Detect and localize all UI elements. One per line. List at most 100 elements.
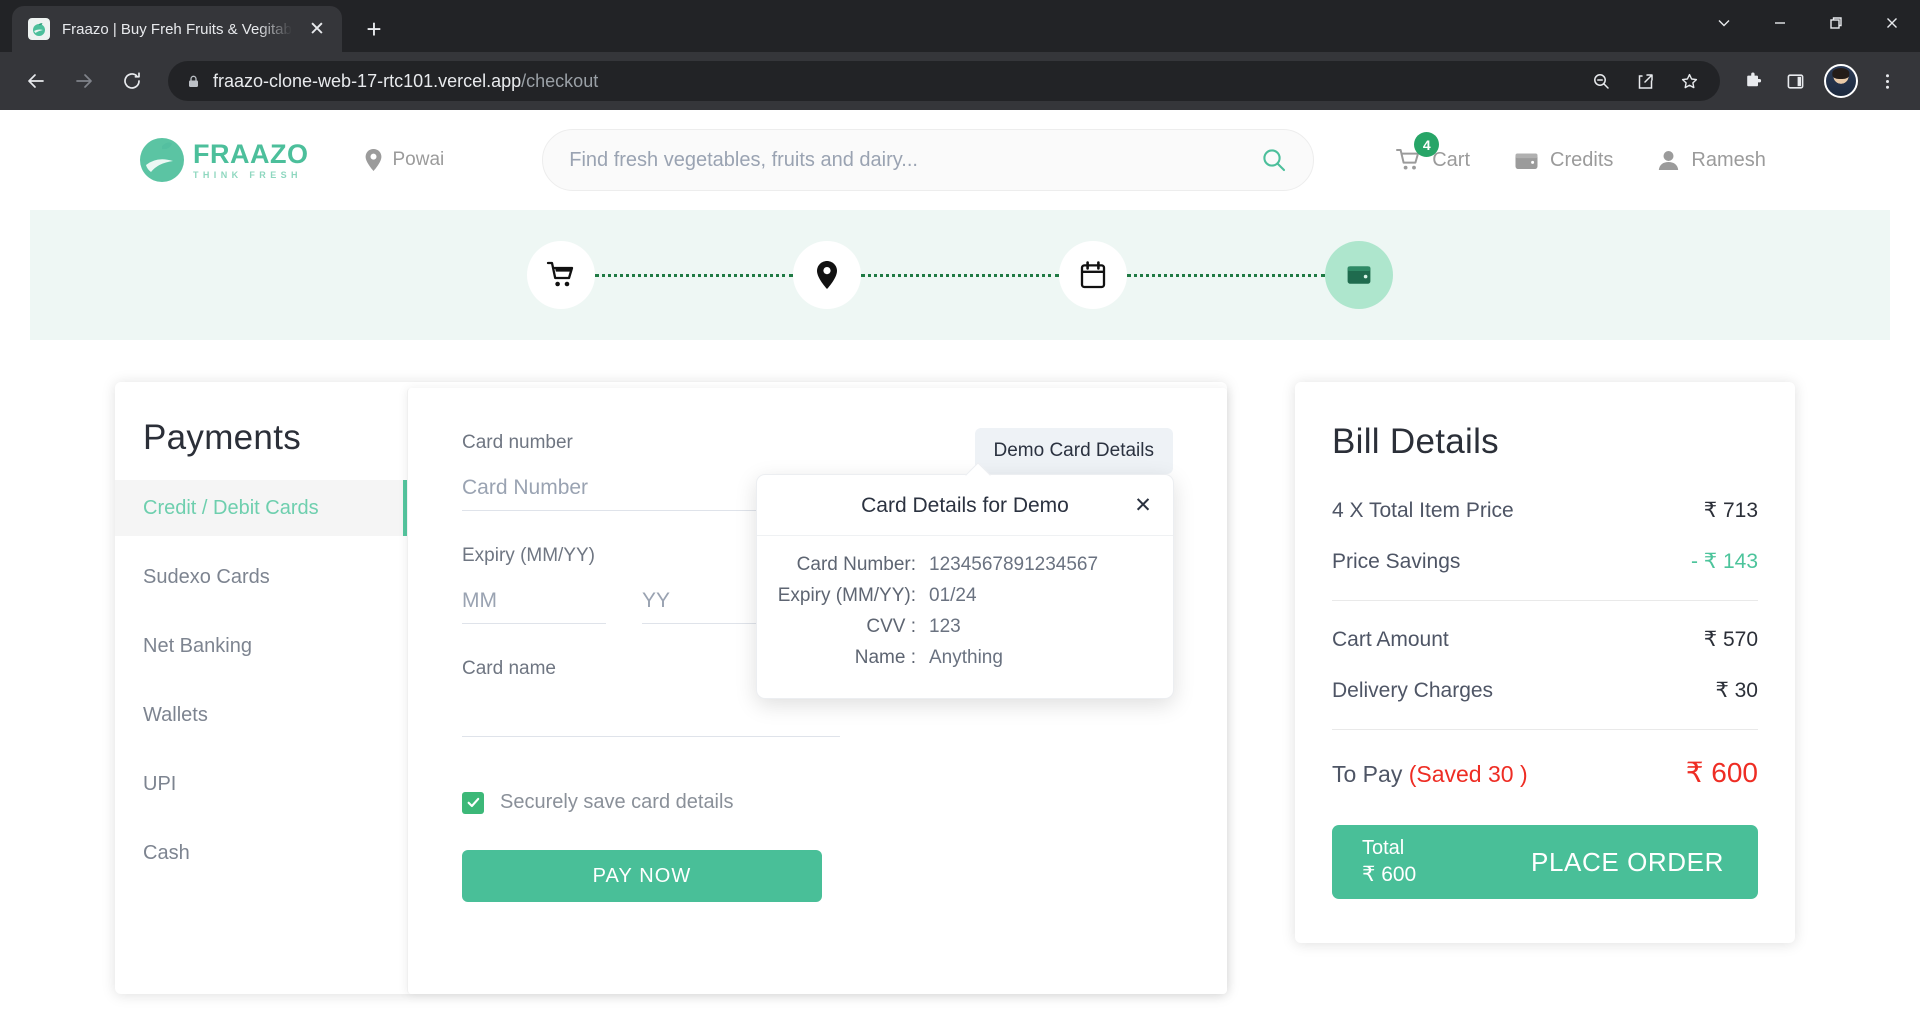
bill-row-item-price: 4 X Total Item Price ₹ 713 xyxy=(1332,498,1758,523)
card-number-label: Card number xyxy=(462,432,573,453)
save-card-row[interactable]: Securely save card details xyxy=(462,791,1173,814)
cart-button[interactable]: 4 Cart xyxy=(1396,132,1471,172)
close-tab-icon[interactable]: ✕ xyxy=(304,16,330,42)
bookmark-star-icon[interactable] xyxy=(1670,62,1708,100)
step-address[interactable] xyxy=(793,241,861,309)
page-content: FRAAZO THINK FRESH Powai 4 Cart xyxy=(0,110,1920,1014)
popover-row-label: Card Number: xyxy=(796,554,916,575)
bill-label: 4 X Total Item Price xyxy=(1332,499,1514,522)
chevron-down-icon[interactable] xyxy=(1696,0,1752,46)
back-icon[interactable] xyxy=(14,59,58,103)
new-tab-icon[interactable]: + xyxy=(356,11,392,47)
payment-method-label: Net Banking xyxy=(143,634,252,657)
side-panel-icon[interactable] xyxy=(1776,62,1814,100)
checkout-progress-band xyxy=(30,210,1890,340)
popover-row: Name : Anything xyxy=(757,647,1143,669)
divider xyxy=(1332,729,1758,730)
payment-method-wallets[interactable]: Wallets xyxy=(115,687,407,743)
place-order-label: PLACE ORDER xyxy=(1531,846,1724,877)
popover-row-value: 123 xyxy=(929,616,961,637)
expiry-month-field xyxy=(462,589,606,624)
window-controls xyxy=(1696,0,1920,46)
browser-tab[interactable]: Fraazo | Buy Freh Fruits & Vegitables ✕ xyxy=(12,6,342,52)
step-connector xyxy=(1127,273,1325,277)
profile-avatar[interactable] xyxy=(1824,64,1858,98)
pay-now-button[interactable]: PAY NOW xyxy=(462,850,822,902)
location-selector[interactable]: Powai xyxy=(364,148,444,172)
payment-method-credit-debit-cards[interactable]: Credit / Debit Cards xyxy=(115,480,407,536)
payment-method-label: UPI xyxy=(143,772,177,795)
zoom-out-icon[interactable] xyxy=(1582,62,1620,100)
payment-method-label: Sudexo Cards xyxy=(143,565,270,588)
location-label: Powai xyxy=(392,149,445,170)
expiry-month-input[interactable] xyxy=(462,589,606,624)
url-text: fraazo-clone-web-17-rtc101.vercel.app/ch… xyxy=(213,71,1570,92)
demo-card-details-button[interactable]: Demo Card Details xyxy=(974,428,1173,474)
place-order-total-value: ₹ 600 xyxy=(1362,863,1417,887)
cart-label: Cart xyxy=(1432,148,1471,171)
save-card-label: Securely save card details xyxy=(500,791,734,813)
popover-header: Card Details for Demo ✕ xyxy=(757,475,1173,536)
reload-icon[interactable] xyxy=(110,59,154,103)
search-bar[interactable] xyxy=(542,129,1315,191)
browser-chrome: Fraazo | Buy Freh Fruits & Vegitables ✕ … xyxy=(0,0,1920,110)
divider xyxy=(1332,600,1758,601)
step-connector xyxy=(861,273,1059,277)
credits-label: Credits xyxy=(1550,148,1614,171)
step-connector xyxy=(595,273,793,277)
bill-value: ₹ 570 xyxy=(1703,628,1758,651)
share-icon[interactable] xyxy=(1626,62,1664,100)
search-icon[interactable] xyxy=(1261,147,1287,173)
site-header: FRAAZO THINK FRESH Powai 4 Cart xyxy=(0,110,1920,210)
maximize-restore-icon[interactable] xyxy=(1808,0,1864,46)
popover-row-label: Name : xyxy=(854,647,916,668)
payment-methods-panel: Payments Credit / Debit Cards Sudexo Car… xyxy=(115,382,407,994)
popover-title: Card Details for Demo xyxy=(861,494,1069,517)
omnibox-actions xyxy=(1582,62,1708,100)
place-order-button[interactable]: Total ₹ 600 PLACE ORDER xyxy=(1332,825,1758,899)
logo-tagline: THINK FRESH xyxy=(193,169,302,180)
minimize-icon[interactable] xyxy=(1752,0,1808,46)
step-slot[interactable] xyxy=(1059,241,1127,309)
browser-menu-icon[interactable] xyxy=(1868,62,1906,100)
bill-row-price-savings: Price Savings - ₹ 143 xyxy=(1332,549,1758,574)
search-input[interactable] xyxy=(569,148,1262,172)
step-cart[interactable] xyxy=(527,241,595,309)
to-pay-label: To Pay xyxy=(1332,761,1409,787)
bill-value: ₹ 600 xyxy=(1685,757,1758,788)
bill-label: Cart Amount xyxy=(1332,628,1449,651)
extensions-icon[interactable] xyxy=(1734,62,1772,100)
credits-button[interactable]: Credits xyxy=(1514,149,1613,172)
close-icon[interactable]: ✕ xyxy=(1129,491,1157,519)
user-label: Ramesh xyxy=(1691,148,1766,171)
save-card-checkbox[interactable] xyxy=(462,791,484,814)
url-host: fraazo-clone-web-17-rtc101.vercel.app xyxy=(213,70,522,91)
popover-row: CVV : 123 xyxy=(757,616,1143,638)
payment-method-upi[interactable]: UPI xyxy=(115,756,407,812)
close-window-icon[interactable] xyxy=(1864,0,1920,46)
fraazo-logo[interactable]: FRAAZO THINK FRESH xyxy=(140,138,308,182)
tab-favicon xyxy=(28,18,50,40)
map-pin-icon xyxy=(364,148,383,172)
payment-method-label: Wallets xyxy=(143,703,208,726)
step-payment[interactable] xyxy=(1325,241,1393,309)
payment-method-sudexo-cards[interactable]: Sudexo Cards xyxy=(115,549,407,605)
bill-label: Price Savings xyxy=(1332,550,1461,573)
payment-method-net-banking[interactable]: Net Banking xyxy=(115,618,407,674)
address-bar[interactable]: fraazo-clone-web-17-rtc101.vercel.app/ch… xyxy=(168,61,1720,101)
payment-method-label: Credit / Debit Cards xyxy=(143,496,319,519)
forward-icon[interactable] xyxy=(62,59,106,103)
popover-row-label: CVV : xyxy=(866,616,916,637)
bill-value: ₹ 30 xyxy=(1715,679,1758,702)
payment-method-label: Cash xyxy=(143,841,190,864)
popover-body: Card Number: 1234567891234567 Expiry (MM… xyxy=(757,536,1173,698)
card-name-input[interactable] xyxy=(462,702,840,737)
user-menu-button[interactable]: Ramesh xyxy=(1657,148,1766,172)
checkout-main: Payments Credit / Debit Cards Sudexo Car… xyxy=(0,340,1920,994)
tab-strip: Fraazo | Buy Freh Fruits & Vegitables ✕ … xyxy=(0,0,1920,52)
lock-icon xyxy=(186,74,201,89)
popover-row-value: Anything xyxy=(929,647,1003,668)
bill-label: Delivery Charges xyxy=(1332,679,1494,702)
demo-card-details-popover: Card Details for Demo ✕ Card Number: 123… xyxy=(756,474,1174,699)
payment-method-cash[interactable]: Cash xyxy=(115,825,407,881)
